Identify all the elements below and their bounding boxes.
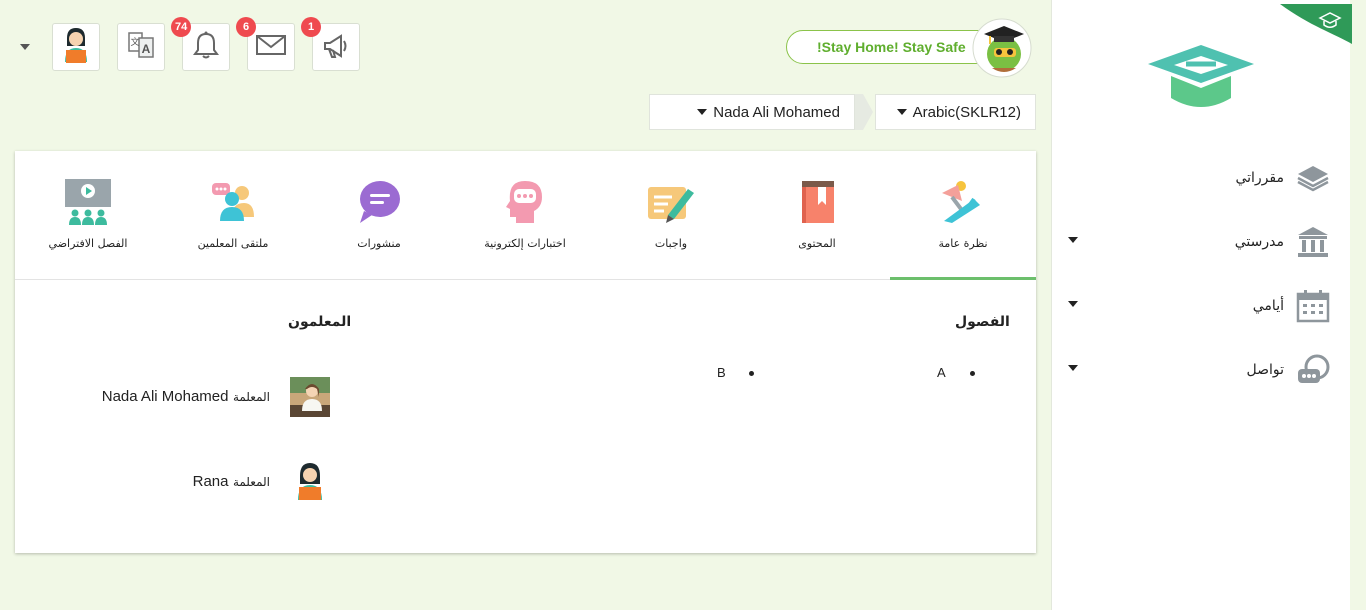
tab-overview[interactable]: نظرة عامة [890,151,1036,280]
sidebar-item-label: أيامي [1252,298,1284,314]
chevron-down-icon [1068,237,1078,243]
class-item-a[interactable]: A [937,365,946,380]
mascot-avatar-icon[interactable] [972,18,1032,78]
corner-ribbon-icon [1280,4,1352,44]
tab-label: ملتقى المعلمين [197,237,269,250]
mail-icon [255,33,287,61]
course-card: نظرة عامة المحتوى واجبات اختبارات إلكترو… [15,151,1036,553]
sidebar-item-my-days[interactable]: أيامي [1060,286,1340,326]
breadcrumb-arrow-icon [855,94,873,130]
stay-home-banner: !Stay Home! Stay Safe [786,30,1000,64]
chevron-down-icon [896,109,907,115]
sidebar-item-my-courses[interactable]: مقرراتي [1060,158,1340,198]
overview-lamp-icon [942,181,980,223]
teachers-forum-icon [212,183,254,221]
right-gutter [1350,0,1366,610]
teacher-name[interactable]: Rana [193,473,229,490]
tab-label: منشورات [357,237,401,250]
tab-assignments[interactable]: واجبات [598,151,744,279]
language-button[interactable]: A文 [117,23,165,71]
course-dropdown[interactable]: Arabic(SKLR12) [875,94,1036,130]
teacher-item: Nada Ali Mohamed المعلمة [102,388,270,405]
announcements-button[interactable]: 1 [301,17,360,71]
announcements-badge: 1 [301,17,321,37]
school-icon [1296,225,1330,259]
chevron-down-icon [1068,301,1078,307]
teacher-name[interactable]: Nada Ali Mohamed [102,388,229,405]
class-item-b[interactable]: B [717,365,726,380]
tab-label: المحتوى [798,237,836,250]
tab-label: اختبارات إلكترونية [484,237,566,250]
sidebar-item-label: تواصل [1246,362,1284,378]
svg-text:A: A [142,42,151,56]
user-dropdown[interactable]: Nada Ali Mohamed [649,94,855,130]
teachers-title: المعلمون [288,314,352,330]
school-logo-icon [1148,45,1254,107]
megaphone-icon [321,30,351,64]
tab-virtual-classroom[interactable]: الفصل الافتراضي [15,151,161,279]
chevron-down-icon [1068,365,1078,371]
user-teacher-icon [59,26,93,68]
notifications-badge: 74 [171,17,192,37]
profile-menu-caret-icon[interactable] [20,44,30,50]
layers-icon [1296,161,1330,195]
tab-teachers-forum[interactable]: ملتقى المعلمين [160,151,306,279]
sidebar-item-label: مدرستي [1234,234,1284,250]
tab-e-quizzes[interactable]: اختبارات إلكترونية [452,151,598,279]
content-book-icon [802,181,834,223]
course-tabs: نظرة عامة المحتوى واجبات اختبارات إلكترو… [15,151,1036,280]
teacher-role: المعلمة [232,390,270,404]
tab-content[interactable]: المحتوى [744,151,890,279]
chevron-down-icon [697,109,708,115]
sidebar-item-my-school[interactable]: مدرستي [1060,222,1340,262]
messages-button[interactable]: 6 [236,17,295,71]
course-dropdown-value: Arabic(SKLR12) [912,103,1021,121]
posts-chat-icon [360,181,400,223]
sidebar-item-communicate[interactable]: تواصل [1060,350,1340,390]
quiz-head-icon [506,181,542,223]
list-bullet [970,371,975,376]
virtual-class-icon [65,179,111,225]
user-profile-button[interactable] [52,23,100,71]
tab-label: واجبات [654,237,688,250]
assignment-pen-icon [648,187,694,223]
messages-badge: 6 [236,17,256,37]
teacher-role: المعلمة [232,475,270,489]
tab-label: نظرة عامة [938,237,988,250]
teacher-photo[interactable] [290,377,330,417]
classes-title: الفصول [955,314,1010,330]
svg-text:文: 文 [130,36,139,48]
notifications-button[interactable]: 74 [171,17,230,71]
translate-icon: A文 [126,30,156,64]
teacher-avatar[interactable] [290,460,330,500]
user-dropdown-value: Nada Ali Mohamed [713,103,840,121]
bell-icon [191,30,221,64]
sidebar-item-label: مقرراتي [1235,170,1284,186]
tab-posts[interactable]: منشورات [306,151,452,279]
teacher-item: Rana المعلمة [193,473,270,490]
list-bullet [749,371,754,376]
chat-icon [1296,353,1330,387]
calendar-icon [1296,289,1330,323]
tab-label: الفصل الافتراضي [48,237,128,250]
